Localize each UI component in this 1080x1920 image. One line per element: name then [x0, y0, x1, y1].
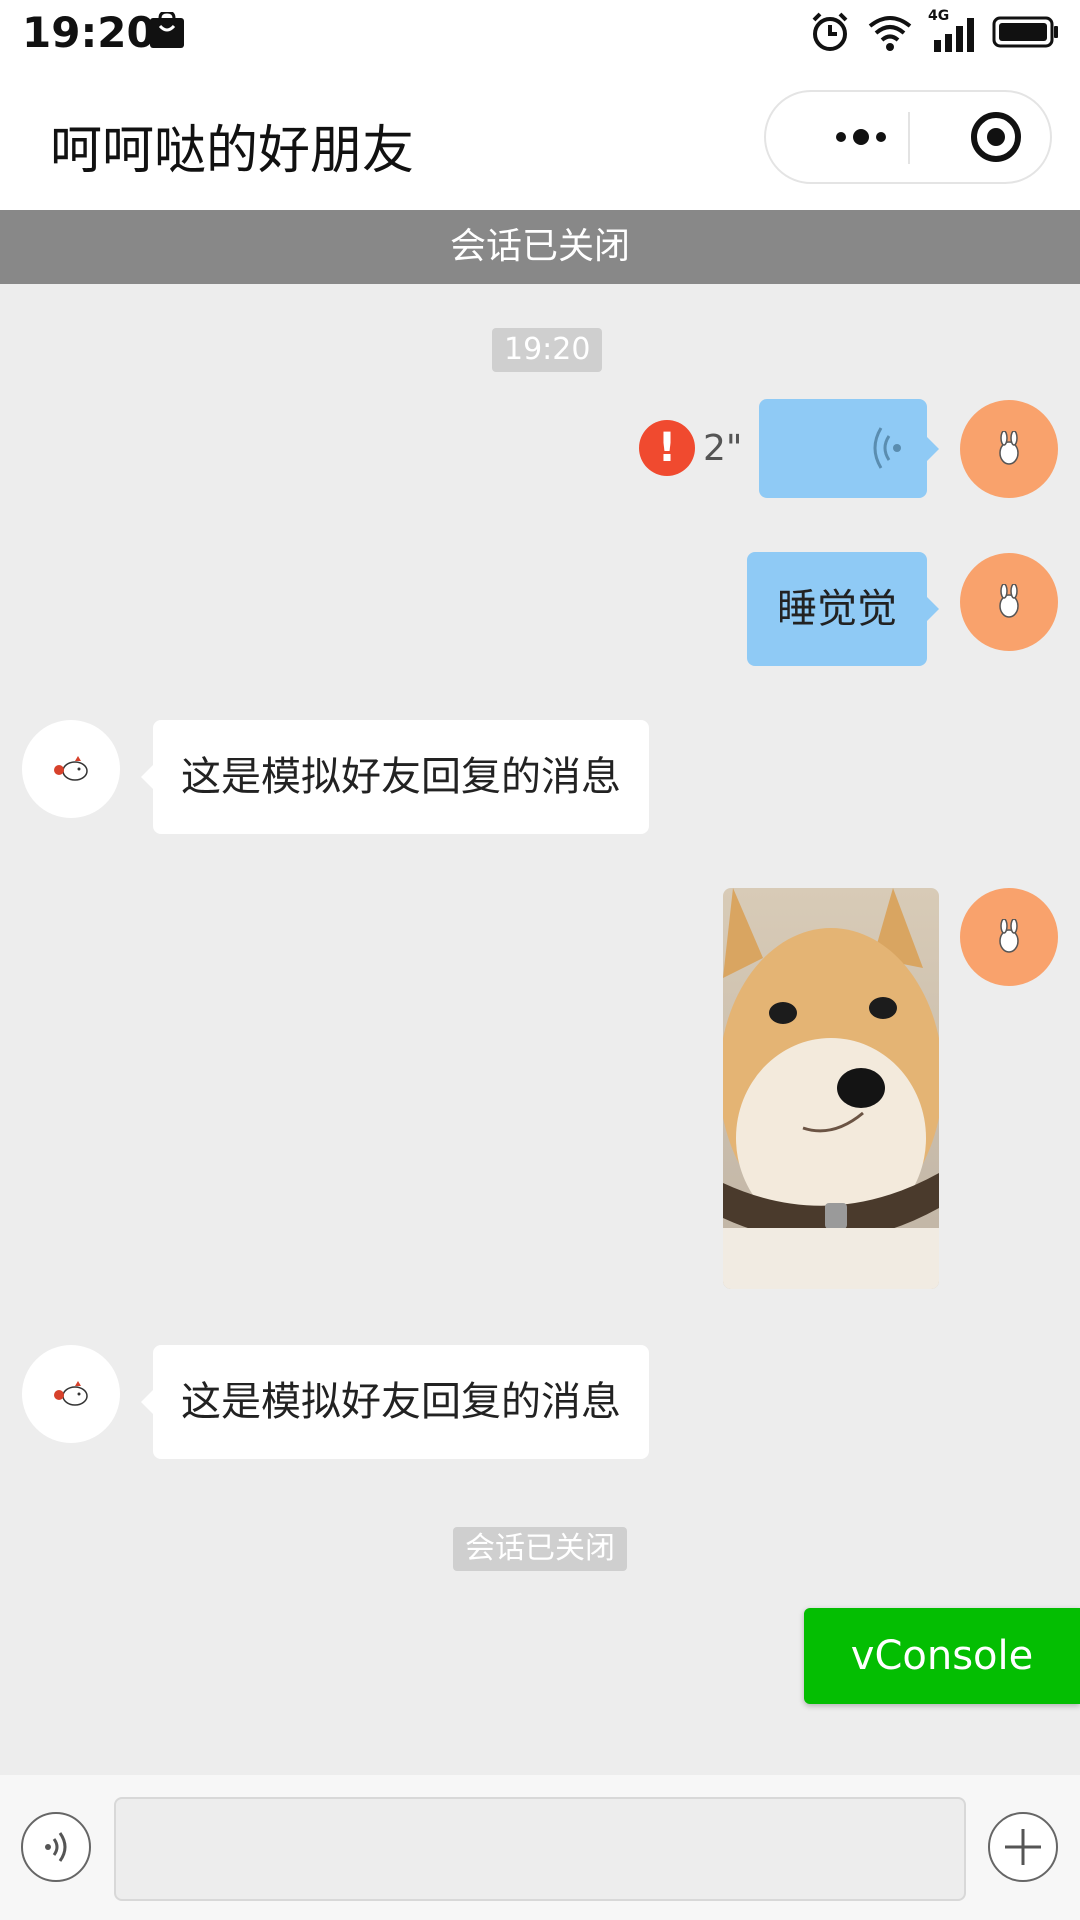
page-title: 呵呵哒的好朋友 — [50, 121, 415, 181]
shiba-dog-image — [723, 888, 939, 1289]
voice-wave-icon — [873, 427, 901, 469]
my-avatar[interactable] — [960, 888, 1058, 986]
bird-avatar-icon — [54, 756, 88, 781]
friend-message-bubble[interactable]: 这是模拟好友回复的消息 — [141, 720, 649, 834]
my-avatar[interactable] — [960, 400, 1058, 498]
close-circle-icon — [971, 112, 1021, 162]
session-closed-notice: 会话已关闭 — [453, 1527, 627, 1571]
voice-icon — [45, 1832, 67, 1862]
message-input[interactable] — [114, 1797, 966, 1901]
rabbit-avatar-icon — [999, 431, 1019, 465]
input-bar — [0, 1775, 1080, 1920]
dog-photo-message[interactable] — [723, 888, 939, 1289]
plus-icon — [1005, 1829, 1041, 1865]
more-dots-icon — [836, 129, 886, 145]
session-closed-banner: 会话已关闭 — [0, 210, 1080, 284]
voice-input-button[interactable] — [21, 1812, 91, 1882]
text-message-bubble[interactable]: 睡觉觉 — [747, 552, 939, 666]
rabbit-avatar-icon — [999, 584, 1019, 618]
shopping-bag-icon — [150, 12, 184, 48]
friend-avatar[interactable] — [22, 720, 120, 818]
voice-message-bubble[interactable] — [759, 399, 939, 498]
voice-duration: 2" — [703, 428, 743, 469]
mini-program-capsule — [764, 90, 1052, 184]
status-icons: 4G — [808, 8, 1060, 54]
close-button[interactable] — [946, 92, 1046, 182]
message-timestamp: 19:20 — [492, 328, 603, 372]
more-button[interactable] — [806, 92, 916, 182]
add-more-button[interactable] — [988, 1812, 1058, 1882]
signal-icon: 4G — [928, 8, 978, 54]
send-failed-icon[interactable]: ! — [639, 420, 695, 476]
capsule-divider — [908, 112, 910, 164]
rabbit-avatar-icon — [999, 919, 1019, 953]
my-avatar[interactable] — [960, 553, 1058, 651]
vconsole-button[interactable]: vConsole — [804, 1608, 1080, 1704]
alarm-icon — [812, 12, 848, 51]
status-bar: 19:20 4G — [0, 0, 1080, 66]
battery-icon — [992, 16, 1058, 48]
wifi-icon — [868, 16, 912, 51]
status-time: 19:20 — [22, 8, 156, 57]
friend-message-bubble[interactable]: 这是模拟好友回复的消息 — [141, 1345, 649, 1459]
bird-avatar-icon — [54, 1381, 88, 1406]
friend-avatar[interactable] — [22, 1345, 120, 1443]
